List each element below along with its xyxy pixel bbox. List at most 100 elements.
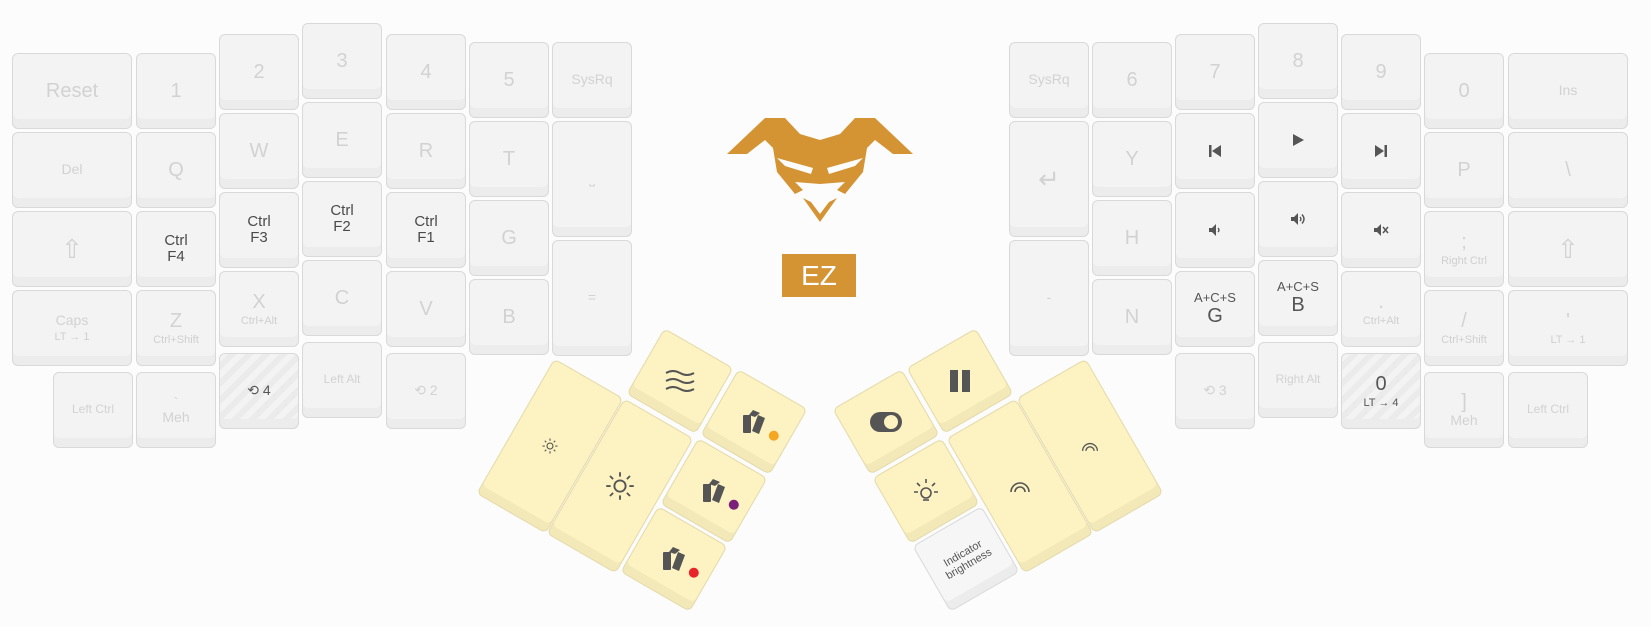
- key-label: W: [249, 140, 269, 162]
- key-label: 1: [170, 80, 182, 102]
- key-sublabel: Right Ctrl: [1441, 254, 1487, 267]
- key-1[interactable]: 1: [136, 53, 216, 129]
- key-minus[interactable]: -: [1009, 240, 1089, 356]
- key-label: ]: [1461, 391, 1467, 414]
- key-shift-right[interactable]: ⇧: [1508, 211, 1628, 287]
- key-label: 6: [1126, 69, 1138, 91]
- key-y[interactable]: Y: [1092, 121, 1172, 197]
- key-prev-track[interactable]: [1175, 113, 1255, 189]
- key-period[interactable]: . Ctrl+Alt: [1341, 271, 1421, 347]
- key-layer-4[interactable]: ⟲ 4: [219, 353, 299, 429]
- rainbow-icon: [1081, 442, 1099, 452]
- key-label: Del: [61, 161, 83, 178]
- key-sublabel: Meh: [162, 409, 190, 425]
- key-acs-b[interactable]: A+C+S B: [1258, 260, 1338, 336]
- key-volume-up[interactable]: [1258, 181, 1338, 257]
- key-del[interactable]: Del: [12, 132, 132, 208]
- key-left-ctrl-right[interactable]: Left Ctrl: [1508, 372, 1588, 448]
- key-reset[interactable]: Reset: [12, 53, 132, 129]
- key-left-alt[interactable]: Left Alt: [302, 342, 382, 418]
- key-label: T: [502, 148, 516, 170]
- key-n[interactable]: N: [1092, 279, 1172, 355]
- key-label: SysRq: [1028, 71, 1070, 88]
- key-sysrq[interactable]: SysRq: [552, 42, 632, 118]
- key-right-alt[interactable]: Right Alt: [1258, 342, 1338, 418]
- ergodox-goat-logo: [727, 118, 913, 222]
- key-t[interactable]: T: [469, 121, 549, 197]
- key-next-track[interactable]: [1341, 113, 1421, 189]
- key-w[interactable]: W: [219, 113, 299, 189]
- key-x[interactable]: X Ctrl+Alt: [219, 271, 299, 347]
- volume-down-icon: [1209, 224, 1220, 236]
- key-equal[interactable]: =: [552, 240, 632, 356]
- key-quote[interactable]: ' LT → 1: [1508, 290, 1628, 366]
- key-3[interactable]: 3: [302, 23, 382, 99]
- key-layer-2[interactable]: ⟲ 2: [386, 353, 466, 429]
- key-slash[interactable]: / Ctrl+Shift: [1424, 290, 1504, 366]
- key-q[interactable]: Q: [136, 132, 216, 208]
- key-caps[interactable]: Caps LT → 1: [12, 290, 132, 366]
- key-label: 7: [1209, 61, 1221, 83]
- key-6[interactable]: 6: [1092, 42, 1172, 118]
- key-label: ⇧: [1557, 233, 1579, 264]
- key-semicolon[interactable]: ; Right Ctrl: [1424, 211, 1504, 287]
- key-b[interactable]: B: [469, 279, 549, 355]
- key-0-layer-4[interactable]: 0 LT → 4: [1341, 353, 1421, 429]
- key-label: G: [501, 227, 517, 249]
- key-label: Caps: [55, 312, 89, 329]
- key-label: /: [1461, 309, 1467, 332]
- key-grave-meh[interactable]: ` Meh: [136, 372, 216, 448]
- key-label: SysRq: [571, 71, 613, 88]
- wave-icon: [665, 370, 695, 392]
- key-play[interactable]: [1258, 102, 1338, 178]
- pause-icon: [950, 370, 970, 392]
- key-label: 8: [1292, 50, 1304, 72]
- key-0[interactable]: 0: [1424, 53, 1504, 129]
- key-9[interactable]: 9: [1341, 34, 1421, 110]
- key-ctrl-f3[interactable]: Ctrl F3: [219, 192, 299, 268]
- key-h[interactable]: H: [1092, 200, 1172, 276]
- key-c[interactable]: C: [302, 260, 382, 336]
- key-label: Y: [1125, 148, 1139, 170]
- key-volume-down[interactable]: [1175, 192, 1255, 268]
- mute-icon: [1374, 224, 1389, 236]
- key-4[interactable]: 4: [386, 34, 466, 110]
- key-p[interactable]: P: [1424, 132, 1504, 208]
- key-r[interactable]: R: [386, 113, 466, 189]
- key-label: ': [1566, 309, 1570, 332]
- key-sublabel: Meh: [1450, 412, 1478, 429]
- key-label: ⟲ 4: [247, 382, 271, 399]
- key-ctrl-f2[interactable]: Ctrl F2: [302, 181, 382, 257]
- key-label: 0: [1375, 372, 1387, 395]
- key-label: 5: [503, 69, 515, 91]
- key-backslash[interactable]: \: [1508, 132, 1628, 208]
- key-5[interactable]: 5: [469, 42, 549, 118]
- key-z[interactable]: Z Ctrl+Shift: [136, 290, 216, 366]
- key-ins[interactable]: Ins: [1508, 53, 1628, 129]
- ez-badge: EZ: [782, 254, 856, 297]
- key-sysrq-right[interactable]: SysRq: [1009, 42, 1089, 118]
- key-sublabel: LT → 4: [1363, 396, 1399, 409]
- key-g[interactable]: G: [469, 200, 549, 276]
- key-shift-left[interactable]: ⇧: [12, 211, 132, 287]
- key-layer-3[interactable]: ⟲ 3: [1175, 353, 1255, 429]
- key-space[interactable]: ⎵: [552, 121, 632, 237]
- key-label: Ctrl: [247, 212, 271, 230]
- key-ctrl-f1[interactable]: Ctrl F1: [386, 192, 466, 268]
- key-v[interactable]: V: [386, 271, 466, 347]
- key-acs-g[interactable]: A+C+S G: [1175, 271, 1255, 347]
- key-label: Left Ctrl: [1526, 402, 1569, 417]
- key-ctrl-f4[interactable]: Ctrl F4: [136, 211, 216, 287]
- key-left-ctrl[interactable]: Left Ctrl: [53, 372, 133, 448]
- key-label: Ins: [1558, 82, 1578, 99]
- key-enter[interactable]: ↵: [1009, 121, 1089, 237]
- key-7[interactable]: 7: [1175, 34, 1255, 110]
- brightness-up-icon: [606, 472, 634, 500]
- key-e[interactable]: E: [302, 102, 382, 178]
- key-bracket-meh[interactable]: ] Meh: [1424, 372, 1504, 448]
- key-8[interactable]: 8: [1258, 23, 1338, 99]
- key-sublabel: Ctrl+Alt: [1362, 314, 1400, 327]
- key-label: V: [419, 298, 433, 320]
- key-2[interactable]: 2: [219, 34, 299, 110]
- key-mute[interactable]: [1341, 192, 1421, 268]
